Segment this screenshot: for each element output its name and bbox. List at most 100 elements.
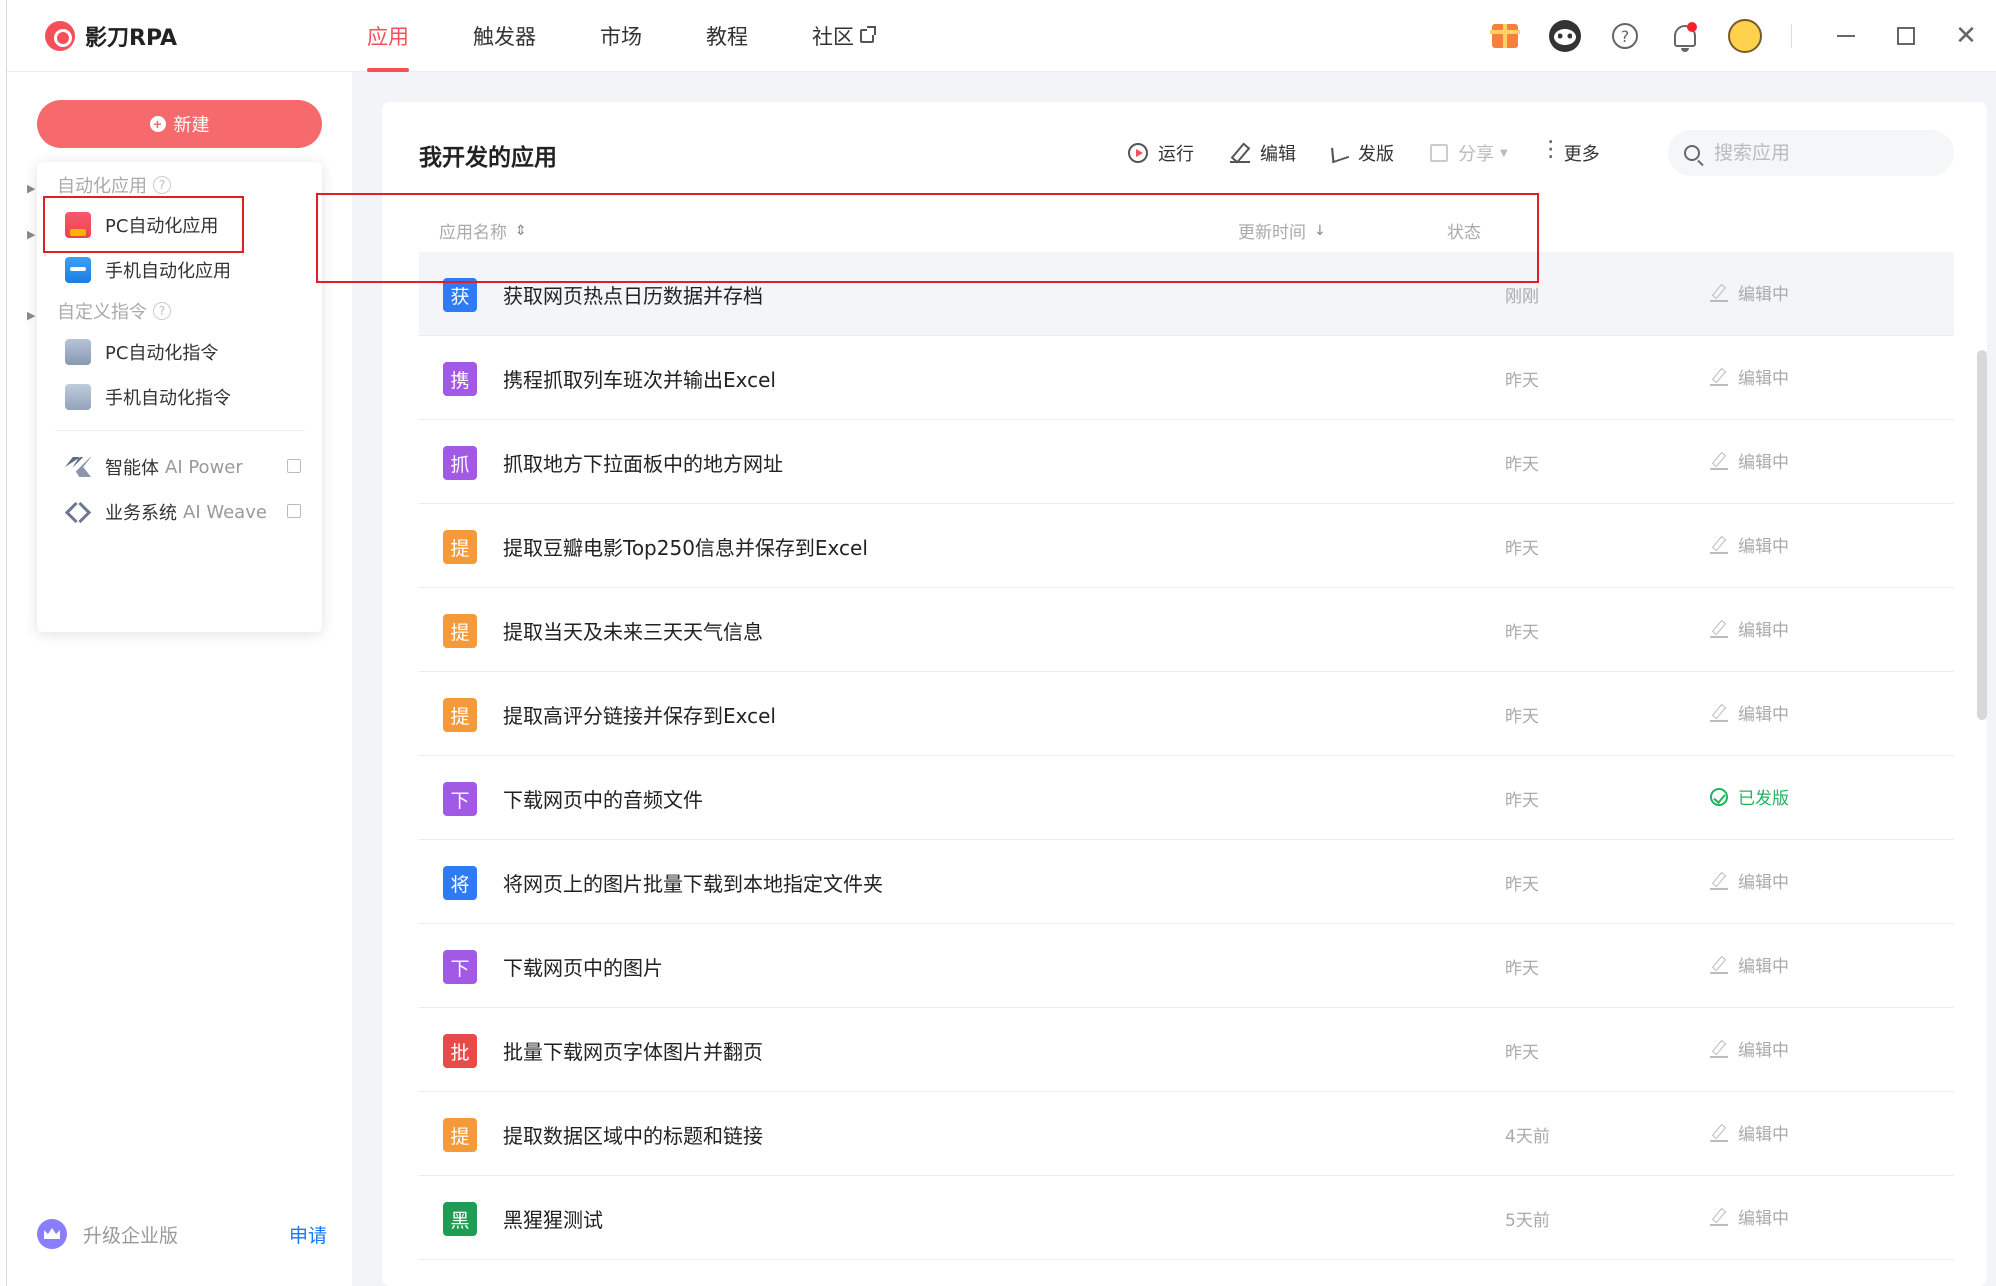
apply-link[interactable]: 申请 (289, 1221, 327, 1248)
table-row[interactable]: 黑 黑猩猩测试 5天前 编辑中 (419, 1176, 1954, 1260)
tree-caret-icon[interactable]: ▶ (27, 309, 35, 322)
menu-item-mobile-instruction[interactable]: 手机自动化指令 (65, 377, 305, 417)
search-icon (1684, 145, 1700, 161)
status-label: 编辑中 (1738, 705, 1789, 725)
nav-market[interactable]: 市场 (600, 0, 642, 72)
status-cell: 编辑中 (1710, 280, 1789, 305)
status-cell: 编辑中 (1710, 700, 1789, 725)
pencil-icon (1710, 284, 1728, 302)
table-row[interactable]: 下 下载网页中的图片 昨天 编辑中 (419, 924, 1954, 1008)
app-badge: 下 (443, 782, 477, 816)
menu-item-business-system[interactable]: 业务系统 AI Weave (65, 492, 305, 532)
user-avatar-button[interactable] (1727, 18, 1763, 54)
status-cell: 编辑中 (1710, 1120, 1789, 1145)
mobile-instruction-icon (65, 384, 91, 410)
run-button[interactable]: 运行 (1128, 140, 1194, 166)
pencil-icon (1710, 620, 1728, 638)
highlight-box-menu (43, 196, 244, 253)
app-table-body: 获获取网页热点日历数据并存档 刚刚 编辑中携携程抓取列车班次并输出Excel 昨天 编辑… (419, 252, 1954, 1260)
table-row[interactable]: 携 携程抓取列车班次并输出Excel 昨天 编辑中 (419, 336, 1954, 420)
scrollbar[interactable] (1977, 350, 1987, 720)
notifications-button[interactable] (1667, 18, 1703, 54)
table-row[interactable]: 抓 抓取地方下拉面板中的地方网址 昨天 编辑中 (419, 420, 1954, 504)
nav-triggers-label: 触发器 (473, 25, 536, 49)
status-label: 编辑中 (1738, 873, 1789, 893)
app-name-cell: 提取豆瓣电影Top250信息并保存到Excel (503, 536, 868, 560)
status-cell: 编辑中 (1710, 532, 1789, 557)
status-cell: 编辑中 (1710, 868, 1789, 893)
status-cell: 已发版 (1710, 784, 1789, 809)
mascot-icon (1549, 20, 1581, 52)
close-icon: ✕ (1955, 21, 1977, 51)
nav-tutorials[interactable]: 教程 (706, 0, 748, 72)
new-button[interactable]: + 新建 (37, 100, 322, 148)
status-cell: 编辑中 (1710, 952, 1789, 977)
menu-item-label: 智能体 (105, 458, 159, 479)
status-label: 编辑中 (1738, 957, 1789, 977)
menu-item-label: 手机自动化应用 (105, 261, 231, 282)
menu-item-label: PC自动化指令 (105, 343, 219, 364)
app-badge: 提 (443, 698, 477, 732)
minimize-button[interactable] (1816, 0, 1876, 72)
pencil-icon (1710, 872, 1728, 890)
table-row[interactable]: 提 提取豆瓣电影Top250信息并保存到Excel 昨天 编辑中 (419, 504, 1954, 588)
pencil-icon (1710, 1040, 1728, 1058)
status-label: 编辑中 (1738, 1041, 1789, 1061)
table-row[interactable]: 提 提取高评分链接并保存到Excel 昨天 编辑中 (419, 672, 1954, 756)
sidebar: + 新建 自动化应用 ? PC自动化应用 手机自动化应用 自定义指令 ? PC自… (7, 72, 352, 1286)
app-badge: 提 (443, 530, 477, 564)
app-name-cell: 获取网页热点日历数据并存档 (503, 284, 763, 308)
edit-button[interactable]: 编辑 (1230, 140, 1296, 166)
app-name-cell: 下载网页中的音频文件 (503, 788, 703, 812)
publish-label: 发版 (1358, 144, 1394, 165)
table-row[interactable]: 下 下载网页中的音频文件 昨天 已发版 (419, 756, 1954, 840)
new-menu-dropdown: 自动化应用 ? PC自动化应用 手机自动化应用 自定义指令 ? PC自动化指令 (37, 162, 322, 632)
pencil-icon (1710, 1124, 1728, 1142)
send-icon (1331, 142, 1349, 164)
updated-time-cell: 昨天 (1505, 623, 1539, 643)
menu-item-mobile-app[interactable]: 手机自动化应用 (65, 250, 305, 290)
section-automation-apps-label: 自动化应用 (57, 176, 147, 197)
table-row[interactable]: 提 提取数据区域中的标题和链接 4天前 编辑中 (419, 1092, 1954, 1176)
tree-caret-icon[interactable]: ▶ (27, 228, 35, 241)
notification-dot (1687, 22, 1697, 32)
maximize-icon (1897, 27, 1915, 45)
question-icon[interactable]: ? (153, 302, 171, 320)
app-name-cell: 抓取地方下拉面板中的地方网址 (503, 452, 783, 476)
run-label: 运行 (1158, 144, 1194, 165)
pencil-icon (1230, 143, 1250, 163)
menu-item-pc-instruction[interactable]: PC自动化指令 (65, 332, 305, 372)
updated-time-cell: 昨天 (1505, 791, 1539, 811)
title-bar-tools: ? ✕ (1487, 0, 1996, 72)
app-name: 影刀RPA (85, 26, 178, 51)
nav-triggers[interactable]: 触发器 (473, 0, 536, 72)
menu-item-agent[interactable]: 智能体 AI Power (65, 447, 305, 487)
more-button[interactable]: 更多 (1540, 137, 1600, 166)
question-icon[interactable]: ? (153, 176, 171, 194)
maximize-button[interactable] (1876, 0, 1936, 72)
help-button[interactable]: ? (1607, 18, 1643, 54)
share-button[interactable]: 分享 ▼ (1430, 140, 1508, 166)
status-cell: 编辑中 (1710, 448, 1789, 473)
table-row[interactable]: 批 批量下载网页字体图片并翻页 昨天 编辑中 (419, 1008, 1954, 1092)
tree-caret-icon[interactable]: ▶ (27, 182, 35, 195)
publish-button[interactable]: 发版 (1331, 140, 1394, 166)
search-input[interactable] (1714, 142, 1934, 164)
close-button[interactable]: ✕ (1936, 0, 1996, 72)
status-label: 编辑中 (1738, 621, 1789, 641)
table-row[interactable]: 将 将网页上的图片批量下载到本地指定文件夹 昨天 编辑中 (419, 840, 1954, 924)
mascot-button[interactable] (1547, 18, 1583, 54)
status-label: 编辑中 (1738, 1209, 1789, 1229)
menu-item-label: 业务系统 (105, 503, 177, 524)
minimize-icon (1837, 35, 1855, 37)
plus-circle-icon: + (149, 116, 166, 132)
app-badge: 批 (443, 1034, 477, 1068)
nav-apps[interactable]: 应用 (367, 0, 409, 72)
table-row[interactable]: 提 提取当天及未来三天天气信息 昨天 编辑中 (419, 588, 1954, 672)
gift-button[interactable] (1487, 18, 1523, 54)
nav-community[interactable]: 社区 (812, 0, 876, 72)
check-circle-icon (1710, 787, 1728, 806)
app-badge: 将 (443, 866, 477, 900)
pencil-icon (1710, 956, 1728, 974)
background-window-edge (0, 0, 7, 1286)
